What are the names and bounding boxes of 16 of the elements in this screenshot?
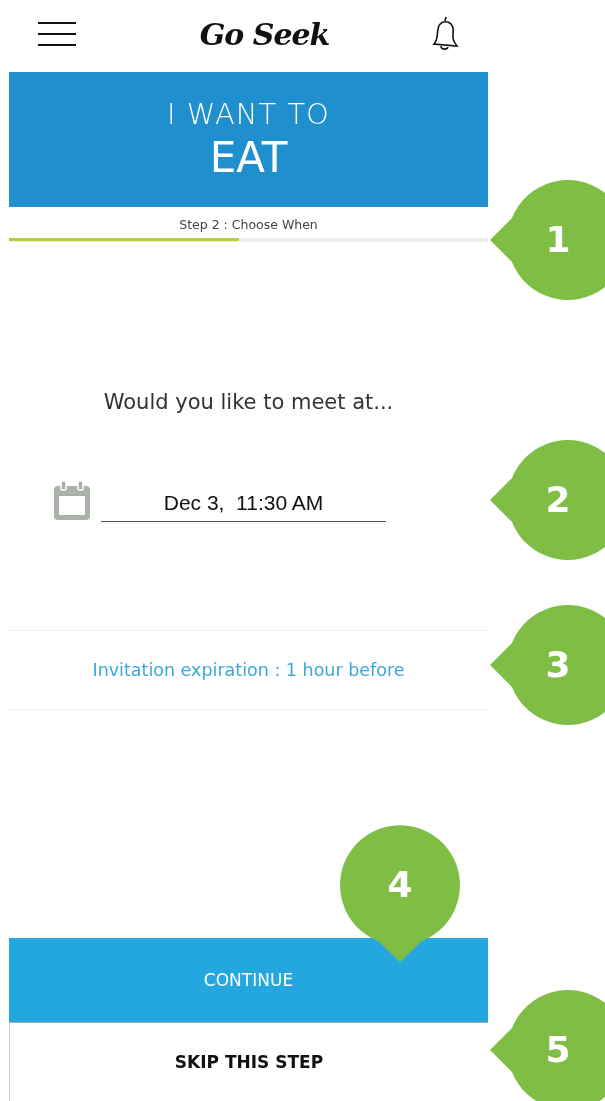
step-label: Step 2 : Choose When <box>178 216 319 234</box>
expiration-text: Invitation expiration : 1 hour before <box>92 660 405 680</box>
question-text: Would you like to meet at... <box>102 390 395 414</box>
callout-marker: 4 <box>340 825 460 962</box>
callout-marker: 3 <box>490 605 605 725</box>
banner-subtitle: I WANT TO <box>167 97 330 131</box>
callout-marker: 1 <box>490 180 605 300</box>
callout-marker: 5 <box>490 990 605 1101</box>
banner-title: EAT <box>209 133 288 182</box>
menu-button[interactable] <box>37 20 77 48</box>
calendar-icon <box>51 480 93 522</box>
logo: Go Seek <box>199 16 330 52</box>
date-time-field[interactable]: Dec 3, 11:30 AM <box>101 491 386 522</box>
menu-icon <box>37 20 77 48</box>
callout-marker: 2 <box>490 440 605 560</box>
skip-button[interactable]: SKIP THIS STEP <box>9 1022 488 1101</box>
